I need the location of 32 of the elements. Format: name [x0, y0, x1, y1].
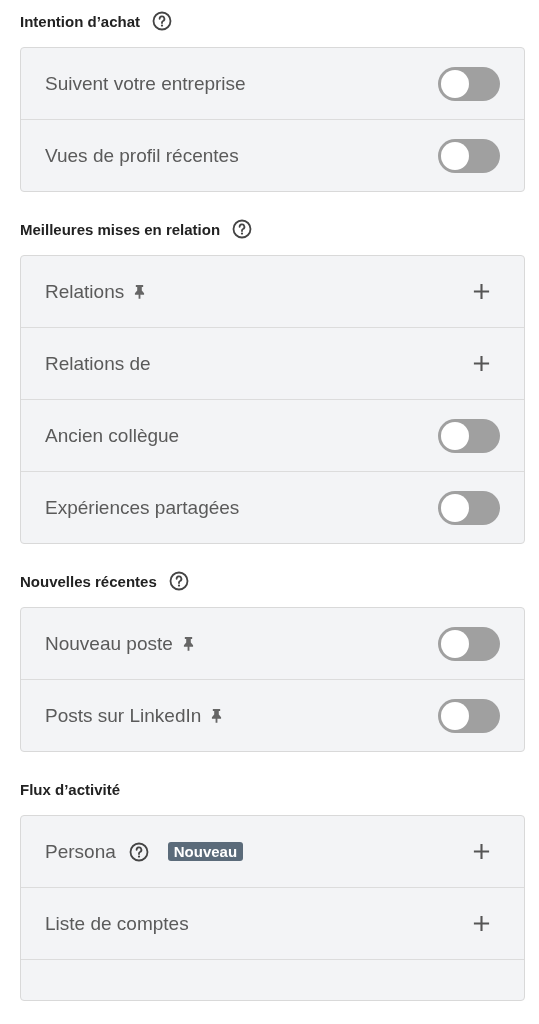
plus-icon[interactable]	[472, 354, 491, 373]
toggle-switch[interactable]	[438, 138, 500, 173]
filter-label: Vues de profil récentes	[45, 144, 239, 167]
toggle-switch[interactable]	[438, 66, 500, 101]
plus-icon[interactable]	[472, 914, 491, 933]
filter-label: Expériences partagées	[45, 496, 240, 519]
toggle-switch[interactable]	[438, 490, 500, 525]
pin-icon[interactable]	[134, 284, 146, 299]
toggle-switch[interactable]	[438, 418, 500, 453]
help-icon[interactable]	[232, 219, 253, 239]
filter-label: Persona	[45, 840, 116, 863]
section-title: Flux d’activité	[20, 780, 121, 798]
help-icon[interactable]	[168, 571, 189, 591]
filter-label: Ancien collègue	[45, 424, 180, 447]
filter-label: Liste de comptes	[45, 912, 189, 935]
filter-label: Relations de	[45, 352, 151, 375]
section-title: Meilleures mises en relation	[20, 220, 221, 238]
pin-icon[interactable]	[182, 636, 194, 651]
section-title: Nouvelles récentes	[20, 572, 157, 590]
help-icon[interactable]	[128, 841, 149, 862]
help-icon[interactable]	[152, 11, 172, 31]
filter-label: Suivent votre entreprise	[45, 72, 246, 95]
section-title: Intention d’achat	[20, 12, 140, 30]
new-badge: Nouveau	[167, 842, 244, 861]
filter-label: Nouveau poste	[45, 632, 173, 655]
filter-label: Relations	[45, 280, 125, 303]
plus-icon[interactable]	[472, 282, 491, 301]
pin-icon[interactable]	[211, 708, 223, 723]
toggle-switch[interactable]	[438, 698, 500, 733]
plus-icon[interactable]	[472, 842, 491, 861]
toggle-switch[interactable]	[438, 626, 500, 661]
filter-label: Posts sur LinkedIn	[45, 704, 202, 727]
